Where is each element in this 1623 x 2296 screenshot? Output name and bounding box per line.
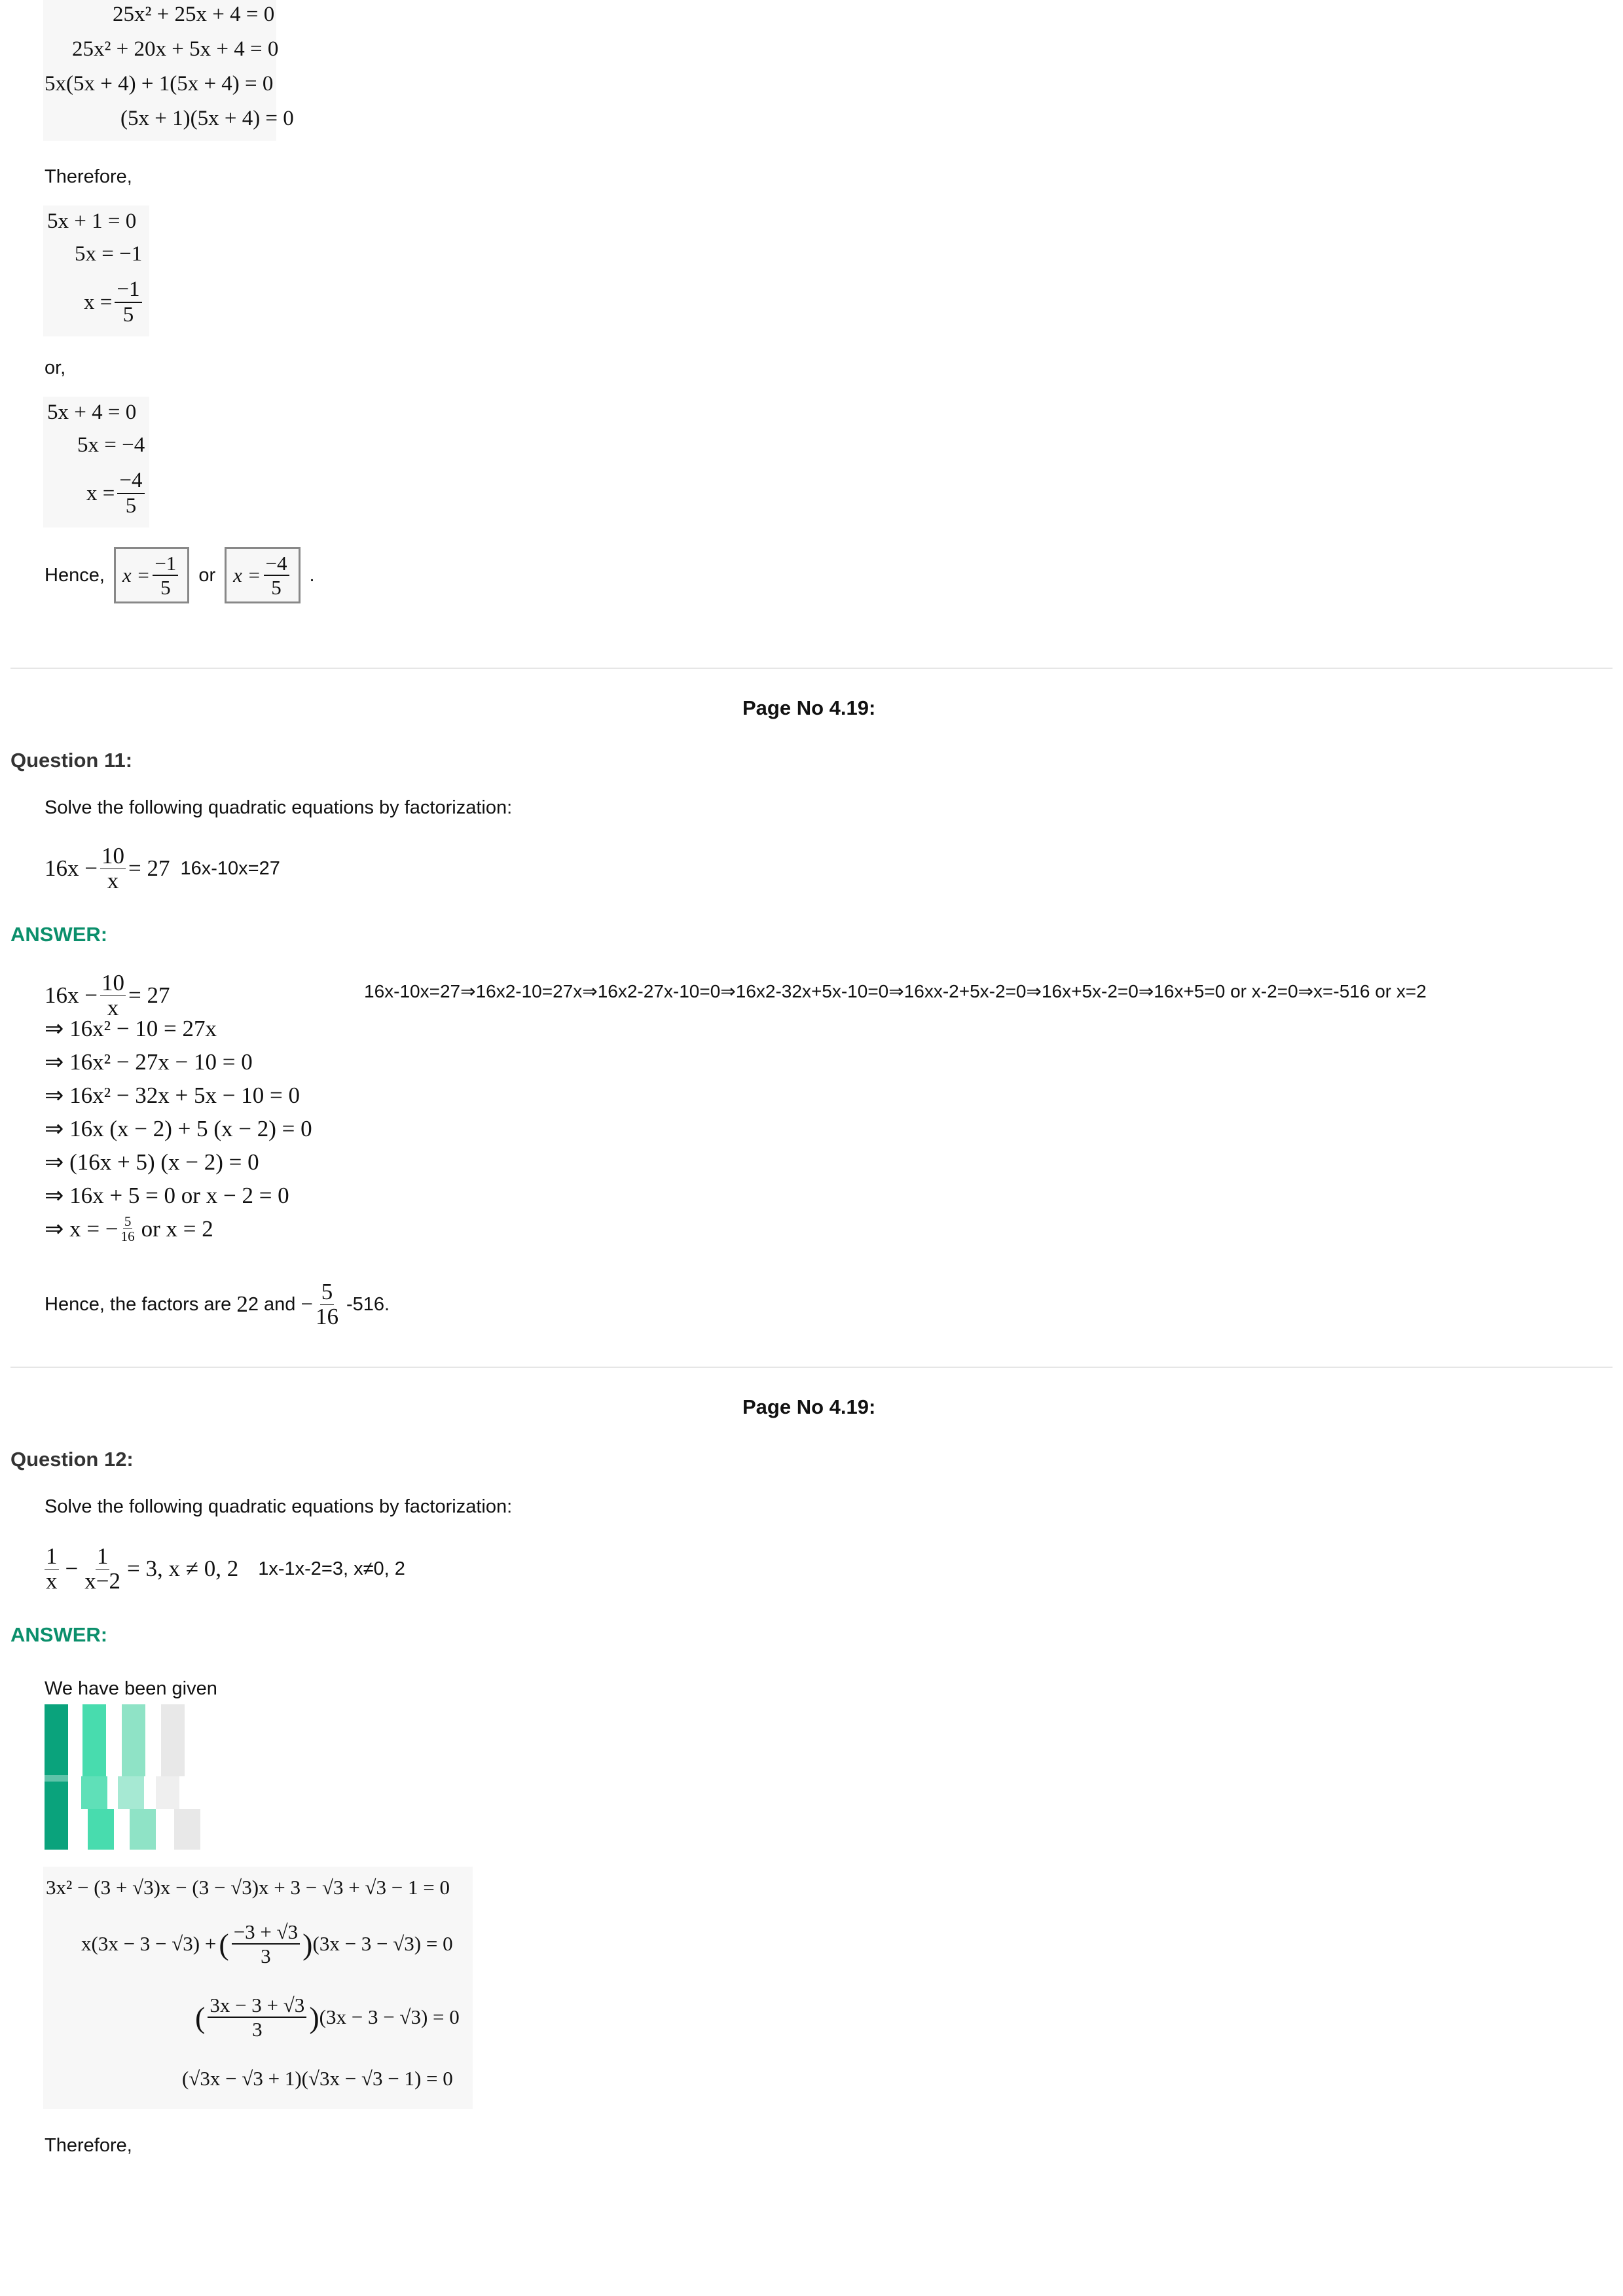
q11-step: ⇒ 16x² − 32x + 5x − 10 = 0 <box>45 1083 301 1108</box>
q11-conclusion: Hence, the factors are 22 and − 5 16 -516… <box>45 1279 390 1329</box>
q12-given-text: We have been given <box>45 1678 217 1699</box>
q11-instruction: Solve the following quadratic equations … <box>45 797 513 818</box>
q12-equation: 1x − 1 x−2 = 3, x ≠ 0, 2 1x-1x-2=3, x≠0, … <box>45 1543 405 1594</box>
q11-equation-text: 16x-10x=27 <box>180 857 280 879</box>
hence-line: Hence, x = −1 5 or x = −4 5 . <box>45 547 315 603</box>
case1-line-1: 5x + 1 = 0 <box>47 209 137 233</box>
placeholder-bar <box>81 1776 107 1809</box>
q11-equation: 16x − 10 x = 27 16x-10x=27 <box>45 843 280 893</box>
q11-solution-inline-text: 16x-10x=27⇒16x2-10=27x⇒16x2-27x-10=0⇒16x… <box>364 981 1427 1001</box>
placeholder-bar-gap <box>45 1775 68 1782</box>
case2-line-2: 5x = −4 <box>77 433 145 457</box>
or-label: or, <box>45 357 66 378</box>
q12-work-line-3: ( 3x − 3 + √3 3 ) (3x − 3 − √3) = 0 <box>195 1994 460 2041</box>
case2-line-3: x = −4 5 <box>86 470 147 517</box>
work-line-2: 25x² + 20x + 5x + 4 = 0 <box>72 37 279 61</box>
placeholder-bar <box>130 1809 156 1850</box>
placeholder-bar <box>174 1809 200 1850</box>
answer-box-2: x = −4 5 <box>225 547 301 603</box>
placeholder-bar <box>122 1704 145 1776</box>
q12-answer-label: ANSWER: <box>10 1623 108 1646</box>
case2-line-1: 5x + 4 = 0 <box>47 401 137 424</box>
placeholder-bar <box>161 1704 185 1776</box>
case1-line-2: 5x = −1 <box>75 242 143 266</box>
q12-work-line-2: x(3x − 3 − √3) + ( −3 + √3 3 ) (3x − 3 − … <box>81 1920 453 1967</box>
q11-answer-label: ANSWER: <box>10 923 108 946</box>
q11-step: ⇒ 16x² − 10 = 27x <box>45 1016 217 1041</box>
q12-work-image: 3x² − (3 + √3)x − (3 − √3)x + 3 − √3 + √… <box>43 1867 473 2109</box>
case2-work-image: 5x + 4 = 0 5x = −4 x = −4 5 <box>43 397 149 528</box>
q11-step: ⇒ 16x + 5 = 0 or x − 2 = 0 <box>45 1183 289 1208</box>
factorization-work-image: 25x² + 25x + 4 = 0 25x² + 20x + 5x + 4 =… <box>43 0 294 141</box>
q11-step: ⇒ 16x² − 27x − 10 = 0 <box>45 1049 253 1075</box>
placeholder-bar <box>156 1776 179 1809</box>
therefore-label: Therefore, <box>45 166 132 187</box>
q12-work-line-1: 3x² − (3 + √3)x − (3 − √3)x + 3 − √3 + √… <box>46 1876 450 1899</box>
section-divider-2 <box>10 1367 1613 1368</box>
case1-work-image: 5x + 1 = 0 5x = −1 x = −1 5 <box>43 206 149 336</box>
question-11-heading: Question 11: <box>10 749 133 772</box>
q12-therefore-label: Therefore, <box>45 2135 132 2156</box>
page-number-q11: Page No 4.19: <box>742 696 876 719</box>
q11-step: ⇒ (16x + 5) (x − 2) = 0 <box>45 1149 259 1175</box>
work-line-4: (5x + 1)(5x + 4) = 0 <box>120 107 294 130</box>
work-line-1: 25x² + 25x + 4 = 0 <box>113 3 275 26</box>
section-divider-1 <box>10 668 1613 669</box>
work-line-3: 5x(5x + 4) + 1(5x + 4) = 0 <box>45 72 274 96</box>
question-12-heading: Question 12: <box>10 1448 134 1471</box>
q11-step-final: ⇒ x = − 5 16 or x = 2 <box>45 1213 213 1244</box>
q12-equation-text: 1x-1x-2=3, x≠0, 2 <box>258 1558 405 1579</box>
answer-box-1: x = −1 5 <box>113 547 190 603</box>
placeholder-bar <box>88 1809 114 1850</box>
page-number-q12: Page No 4.19: <box>742 1395 876 1418</box>
case1-line-3: x = −1 5 <box>84 279 145 326</box>
q11-step: ⇒ 16x (x − 2) + 5 (x − 2) = 0 <box>45 1116 312 1141</box>
q11-solution-steps: ⇒ 16x² − 10 = 27x ⇒ 16x² − 27x − 10 = 0 … <box>45 1012 312 1246</box>
q12-work-line-4: (√3x − √3 + 1)(√3x − √3 − 1) = 0 <box>182 2067 453 2090</box>
q12-instruction: Solve the following quadratic equations … <box>45 1496 513 1517</box>
placeholder-bar <box>82 1704 106 1776</box>
placeholder-bar <box>118 1776 144 1809</box>
